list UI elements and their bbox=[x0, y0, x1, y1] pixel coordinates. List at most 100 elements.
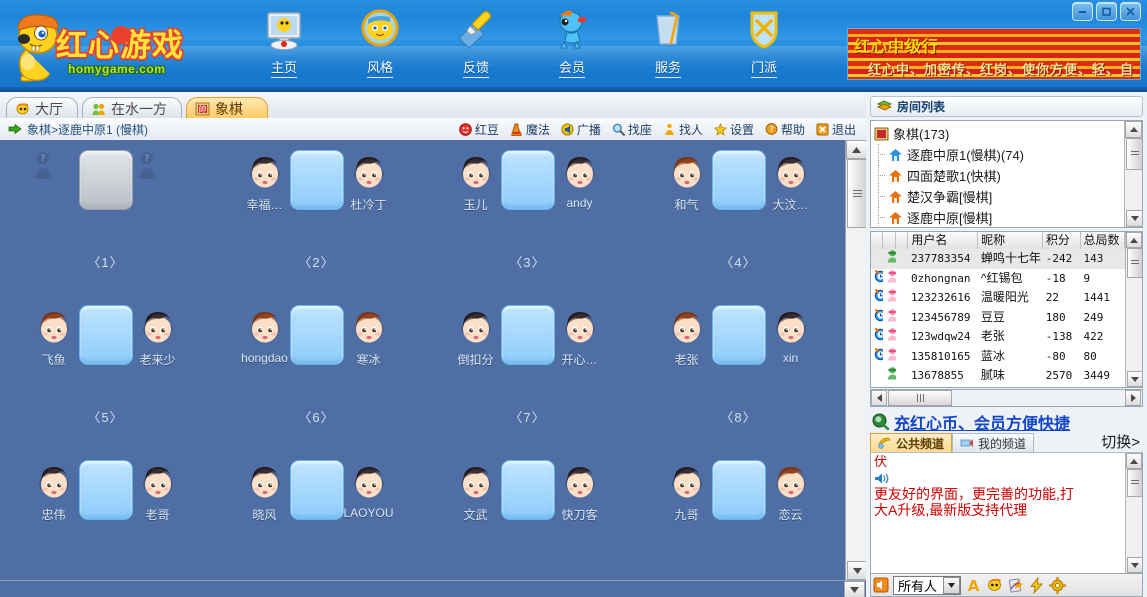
user-table-row[interactable]: 123wdqw24 老张 -138 422 bbox=[871, 327, 1125, 347]
user-table-column-header[interactable]: 用户名 bbox=[908, 232, 978, 249]
game-table[interactable]: 老张 xin 〈8〉 bbox=[633, 295, 844, 450]
nav-item-clan[interactable]: 门派 bbox=[716, 8, 812, 78]
room-list-root[interactable]: 象棋(173) bbox=[874, 123, 1124, 144]
table-board[interactable] bbox=[712, 460, 766, 520]
user-table-column-header[interactable]: 积分 bbox=[1043, 232, 1081, 249]
promo-banner[interactable]: 红心中级行 红心中、加密传、红岗、使你方便、轻、自 bbox=[847, 28, 1141, 80]
seat-right[interactable]: 老哥 bbox=[135, 460, 181, 523]
minimize-button[interactable] bbox=[1072, 2, 1093, 21]
game-table[interactable]: 忠伟 老哥 bbox=[0, 450, 211, 580]
seat-right[interactable]: xin bbox=[768, 305, 814, 365]
game-table[interactable]: 和气 大汶… 〈4〉 bbox=[633, 140, 844, 295]
chat-target-select[interactable]: 所有人 bbox=[893, 576, 961, 595]
chat-tab-public[interactable]: 公共频道 bbox=[870, 433, 952, 452]
seat-left[interactable]: 文武 bbox=[453, 460, 499, 523]
seat-right[interactable]: LAOYOU bbox=[346, 460, 392, 520]
table-board[interactable] bbox=[290, 150, 344, 210]
seat-left[interactable]: 玉儿 bbox=[453, 150, 499, 213]
seat-right[interactable]: ? bbox=[135, 150, 181, 196]
channel-switch-button[interactable]: 切换> bbox=[1101, 431, 1143, 452]
tab-zaishuiyifang[interactable]: 在水一方 bbox=[82, 97, 182, 120]
close-button[interactable] bbox=[1120, 2, 1141, 21]
nav-item-home[interactable]: 主页 bbox=[236, 8, 332, 78]
user-table-row[interactable]: 123456789 豆豆 180 249 bbox=[871, 308, 1125, 328]
promo-link[interactable]: 充红心币、会员方便快捷 bbox=[870, 410, 1143, 433]
game-table[interactable]: 文武 快刀客 bbox=[422, 450, 633, 580]
magic-card-icon[interactable] bbox=[1007, 577, 1024, 594]
seat-left[interactable]: 幸福… bbox=[242, 150, 288, 213]
toolbar-item-findperson[interactable]: 找人 bbox=[663, 121, 703, 138]
user-table-row[interactable]: 237783354 蝉鸣十七年 -242 143 bbox=[871, 249, 1125, 269]
scroll-thumb[interactable] bbox=[847, 159, 868, 228]
chat-scroll-thumb[interactable] bbox=[1127, 469, 1143, 497]
seat-right[interactable]: andy bbox=[557, 150, 603, 210]
seat-left[interactable]: 和气 bbox=[664, 150, 710, 213]
user-table-row[interactable]: 135810165 蓝冰 -80 80 bbox=[871, 347, 1125, 367]
toolbar-item-exit[interactable]: 退出 bbox=[816, 121, 856, 138]
chat-log-scrollbar[interactable] bbox=[1125, 453, 1142, 573]
game-area-hscrollbar[interactable] bbox=[0, 580, 866, 597]
table-board[interactable] bbox=[501, 150, 555, 210]
seat-right[interactable]: 快刀客 bbox=[557, 460, 603, 523]
user-table-hscrollbar[interactable] bbox=[870, 389, 1143, 407]
room-list-item[interactable]: 逐鹿中原[慢棋] bbox=[874, 207, 1124, 227]
nav-item-member[interactable]: 会员 bbox=[524, 8, 620, 78]
seat-right[interactable]: 开心… bbox=[557, 305, 603, 368]
toolbar-item-settings[interactable]: 设置 bbox=[714, 121, 754, 138]
maximize-button[interactable] bbox=[1096, 2, 1117, 21]
game-table[interactable]: ? ? 〈1〉 bbox=[0, 140, 211, 295]
font-color-icon[interactable]: A bbox=[965, 577, 982, 594]
gear-icon[interactable] bbox=[1049, 577, 1066, 594]
user-table-scrollbar[interactable] bbox=[1125, 232, 1142, 387]
seat-left[interactable]: 老张 bbox=[664, 305, 710, 368]
seat-left[interactable]: 九哥 bbox=[664, 460, 710, 523]
seat-left[interactable]: ? bbox=[31, 150, 77, 196]
hscroll-right-button[interactable] bbox=[844, 581, 865, 597]
table-board[interactable] bbox=[79, 460, 133, 520]
user-scroll-up[interactable] bbox=[1126, 232, 1142, 248]
game-table[interactable]: 九哥 恋云 bbox=[633, 450, 844, 580]
user-table-column-header[interactable]: 总局数 bbox=[1081, 232, 1125, 249]
nav-item-service[interactable]: 服务 bbox=[620, 8, 716, 78]
nav-item-feedback[interactable]: 反馈 bbox=[428, 8, 524, 78]
table-board[interactable] bbox=[501, 460, 555, 520]
game-area-vscrollbar[interactable] bbox=[845, 140, 867, 580]
user-table-row[interactable]: 13678855 腻味 2570 3449 bbox=[871, 366, 1125, 386]
seat-left[interactable]: 忠伟 bbox=[31, 460, 77, 523]
chat-scroll-down[interactable] bbox=[1127, 557, 1143, 573]
user-scroll-thumb[interactable] bbox=[1127, 248, 1143, 278]
toolbar-item-magic[interactable]: 魔法 bbox=[510, 121, 550, 138]
seat-left[interactable]: 晓风 bbox=[242, 460, 288, 523]
chat-scroll-up[interactable] bbox=[1126, 453, 1142, 469]
seat-right[interactable]: 寒冰 bbox=[346, 305, 392, 368]
table-board[interactable] bbox=[712, 305, 766, 365]
emoji-mascot-icon[interactable] bbox=[986, 577, 1003, 594]
table-board[interactable] bbox=[712, 150, 766, 210]
toolbar-item-help[interactable]: ? 帮助 bbox=[765, 121, 805, 138]
tab-chess[interactable]: 帥 象棋 bbox=[186, 97, 268, 120]
chat-log[interactable]: 伏 更友好的界面，更完善的功能,打 大A升级,最新版支持代理 bbox=[870, 453, 1143, 574]
game-table[interactable]: 幸福… 杜冷丁 〈2〉 bbox=[211, 140, 422, 295]
seat-right[interactable]: 大汶… bbox=[768, 150, 814, 213]
user-table-column-header[interactable]: 昵称 bbox=[978, 232, 1043, 249]
user-hscroll-thumb[interactable] bbox=[888, 390, 952, 406]
user-hscroll-right[interactable] bbox=[1125, 390, 1141, 406]
table-board[interactable] bbox=[79, 305, 133, 365]
toolbar-item-findseat[interactable]: 找座 bbox=[612, 121, 652, 138]
nav-item-style[interactable]: 风格 bbox=[332, 8, 428, 78]
user-table-row[interactable]: 123232616 温暖阳光 22 1441 bbox=[871, 288, 1125, 308]
seat-left[interactable]: 倒扣分 bbox=[453, 305, 499, 368]
user-list-table[interactable]: 用户名昵称积分总局数 237783354 蝉鸣十七年 -242 143 0zho… bbox=[870, 231, 1143, 388]
seat-left[interactable]: hongdao bbox=[242, 305, 288, 365]
room-list-item[interactable]: 四面楚歌1(快棋) bbox=[874, 165, 1124, 186]
toolbar-item-broadcast[interactable]: 广播 bbox=[561, 121, 601, 138]
hscroll-thumb[interactable] bbox=[0, 581, 845, 597]
user-table-column-header[interactable] bbox=[883, 232, 895, 249]
user-table-row[interactable]: 0zhongnan ^红锡包 -18 9 bbox=[871, 269, 1125, 289]
game-table[interactable]: hongdao 寒冰 〈6〉 bbox=[211, 295, 422, 450]
room-list-scrollbar[interactable] bbox=[1124, 121, 1142, 227]
seat-right[interactable]: 老来少 bbox=[135, 305, 181, 368]
speaker-icon[interactable] bbox=[873, 577, 889, 593]
chat-tab-mine[interactable]: 我的频道 bbox=[952, 433, 1034, 452]
lightning-icon[interactable] bbox=[1028, 577, 1045, 594]
